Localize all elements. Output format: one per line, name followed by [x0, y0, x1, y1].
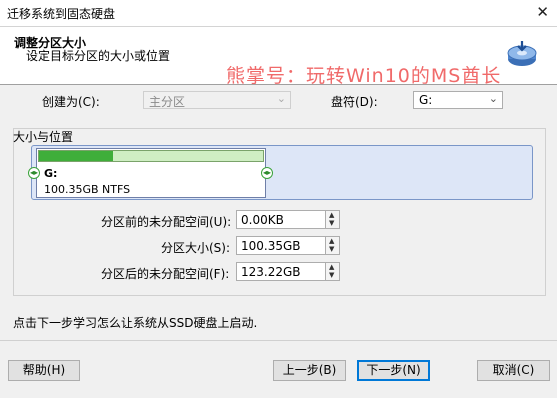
- stepper-up-icon[interactable]: ▲: [329, 212, 334, 219]
- stepper-up-icon[interactable]: ▲: [329, 238, 334, 245]
- disk-migrate-icon: [507, 41, 537, 66]
- back-button[interactable]: 上一步(B): [273, 360, 346, 381]
- title-bar: 迁移系统到固态硬盘 ✕: [0, 0, 557, 27]
- size-position-legend: 大小与位置: [13, 130, 74, 144]
- unallocated-after-label: 分区后的未分配空间(F):: [101, 267, 230, 281]
- drive-letter-value: G:: [419, 93, 433, 107]
- partition-usage-fill: [39, 151, 113, 161]
- stepper-down-icon[interactable]: ▼: [329, 246, 334, 253]
- hint-text: 点击下一步学习怎么让系统从SSD硬盘上启动.: [13, 316, 258, 330]
- close-icon[interactable]: ✕: [536, 3, 549, 21]
- partition-size-stepper[interactable]: ▲ ▼: [325, 236, 340, 255]
- chevron-down-icon: ⌄: [488, 92, 498, 105]
- unallocated-after-value: 123.22GB: [241, 265, 301, 279]
- unallocated-after-input[interactable]: 123.22GB: [236, 262, 338, 281]
- resize-handle-right-icon[interactable]: ◂▸: [261, 167, 273, 179]
- stepper-up-icon[interactable]: ▲: [329, 264, 334, 271]
- create-as-value: 主分区: [149, 95, 186, 109]
- partition-usage-bar: [38, 150, 264, 162]
- unallocated-before-stepper[interactable]: ▲ ▼: [325, 210, 340, 229]
- stepper-down-icon[interactable]: ▼: [329, 272, 334, 279]
- unallocated-before-label: 分区前的未分配空间(U):: [101, 215, 232, 229]
- window-title: 迁移系统到固态硬盘: [7, 7, 116, 21]
- resize-handle-left-icon[interactable]: ◂▸: [28, 167, 40, 179]
- stepper-down-icon[interactable]: ▼: [329, 220, 334, 227]
- drive-letter-label: 盘符(D):: [331, 95, 378, 109]
- drive-letter-dropdown[interactable]: G: ⌄: [413, 91, 503, 109]
- partition-name: G:: [44, 167, 58, 180]
- watermark-text: 熊掌号：玩转Win10的MS酋长: [226, 65, 502, 87]
- page-subtitle: 设定目标分区的大小或位置: [26, 49, 171, 63]
- cancel-button[interactable]: 取消(C): [477, 360, 550, 381]
- wizard-header: 调整分区大小 设定目标分区的大小或位置 熊掌号：玩转Win10的MS酋长: [0, 27, 557, 87]
- partition-size-label: 分区大小(S):: [161, 241, 231, 255]
- unallocated-before-value: 0.00KB: [241, 213, 284, 227]
- create-as-label: 创建为(C):: [42, 95, 100, 109]
- unallocated-after-stepper[interactable]: ▲ ▼: [325, 262, 340, 281]
- create-as-dropdown[interactable]: 主分区 ⌄: [143, 91, 291, 109]
- chevron-down-icon: ⌄: [276, 92, 286, 105]
- partition-size-input[interactable]: 100.35GB: [236, 236, 338, 255]
- help-button[interactable]: 帮助(H): [8, 360, 80, 381]
- unallocated-before-input[interactable]: 0.00KB: [236, 210, 338, 229]
- divider: [0, 340, 557, 341]
- partition-size-value: 100.35GB: [241, 239, 301, 253]
- next-button[interactable]: 下一步(N): [357, 360, 430, 381]
- partition-info: 100.35GB NTFS: [44, 183, 131, 196]
